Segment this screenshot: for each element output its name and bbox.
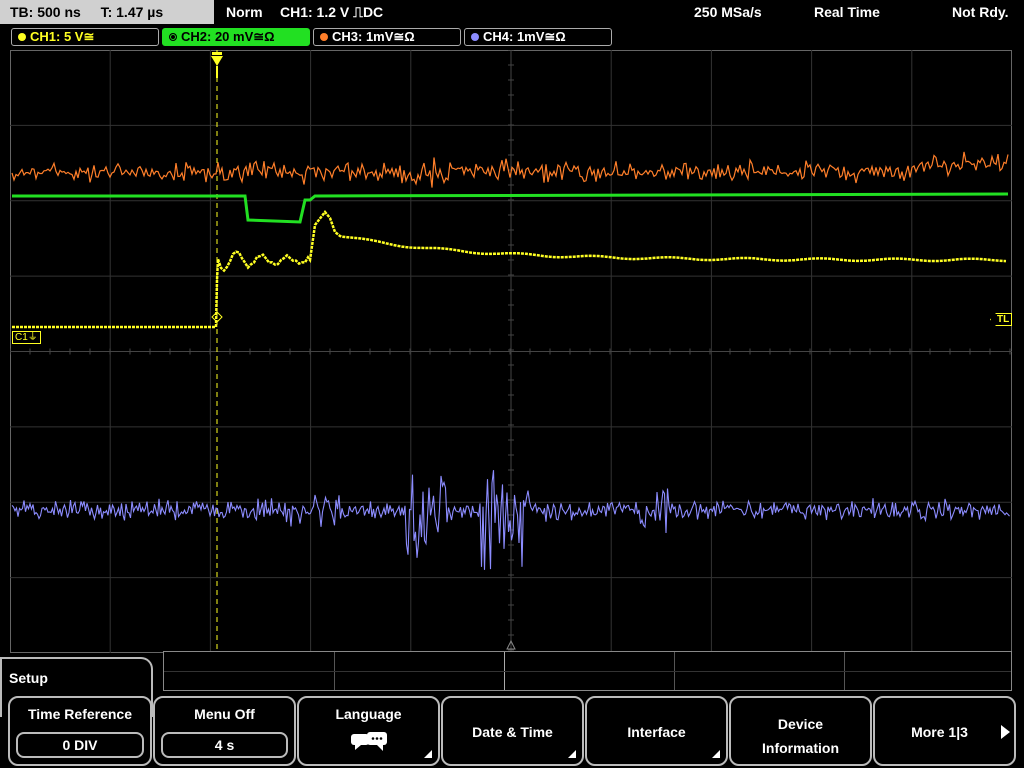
timebase-box[interactable]: TB: 500 ns T: 1.47 µs — [0, 0, 214, 24]
time-reference-button[interactable]: Time Reference 0 DIV — [8, 696, 152, 766]
waveform-display[interactable] — [10, 50, 1012, 653]
channel-tab-ch3[interactable]: CH3: 1mV≅Ω — [313, 28, 461, 46]
menu-title: Setup — [9, 670, 48, 686]
channel-tab-ch4[interactable]: CH4: 1mV≅Ω — [464, 28, 612, 46]
submenu-corner-icon — [424, 750, 432, 758]
ch3-dot-icon — [320, 33, 328, 41]
ch1-offset-marker[interactable]: C1⏚ — [12, 331, 41, 344]
timebase: TB: 500 ns — [10, 4, 81, 20]
trigger-mode[interactable]: Norm — [226, 0, 263, 24]
button-label: Time Reference — [27, 706, 132, 722]
submenu-corner-icon — [568, 750, 576, 758]
channel-tab-ch1[interactable]: CH1: 5 V≅ — [11, 28, 159, 46]
graticule — [10, 50, 1012, 653]
ch1-dot-icon — [18, 33, 26, 41]
ch4-dot-icon — [471, 33, 479, 41]
button-label: Menu Off — [194, 706, 255, 722]
interface-button[interactable]: Interface — [585, 696, 728, 766]
language-button[interactable]: Language — [297, 696, 440, 766]
acquisition-mode: Real Time — [814, 4, 880, 20]
button-label: More 1|3 — [911, 724, 968, 740]
ch1-trace — [12, 210, 1007, 329]
speech-bubbles-icon — [351, 732, 387, 751]
device-information-button[interactable]: Device Information — [729, 696, 872, 766]
channel-tab-ch2[interactable]: CH2: 20 mV≅Ω — [162, 28, 310, 46]
channel-label: CH4: 1mV≅Ω — [483, 29, 566, 44]
acquisition-state: Not Rdy. — [952, 4, 1009, 20]
more-button[interactable]: More 1|3 — [873, 696, 1016, 766]
sample-rate: 250 MSa/s — [694, 4, 762, 20]
button-label: Date & Time — [472, 724, 553, 740]
channel-label: CH3: 1mV≅Ω — [332, 29, 415, 44]
ch2-trace — [12, 192, 1009, 224]
button-label: Language — [335, 706, 402, 722]
submenu-corner-icon — [712, 750, 720, 758]
date-time-button[interactable]: Date & Time — [441, 696, 584, 766]
button-label: Interface — [627, 724, 686, 740]
trigger-position-marker[interactable] — [208, 52, 226, 78]
channel-label: CH1: 5 V≅ — [30, 29, 95, 44]
next-page-arrow-icon — [1001, 725, 1010, 739]
button-label: Device Information — [762, 716, 839, 756]
menu-off-value: 4 s — [161, 732, 288, 758]
ch2-dot-icon — [169, 33, 177, 41]
status-bar: TB: 500 ns T: 1.47 µs Norm CH1: 1.2 V ⎍D… — [0, 0, 1024, 24]
channel-label: CH2: 20 mV≅Ω — [181, 29, 275, 44]
time-reference-value: 0 DIV — [16, 732, 144, 758]
trigger-source[interactable]: CH1: 1.2 V ⎍DC — [280, 0, 383, 24]
menu-off-button[interactable]: Menu Off 4 s — [153, 696, 296, 766]
trigger-time: T: 1.47 µs — [100, 4, 164, 20]
bottom-strip — [163, 651, 1012, 691]
